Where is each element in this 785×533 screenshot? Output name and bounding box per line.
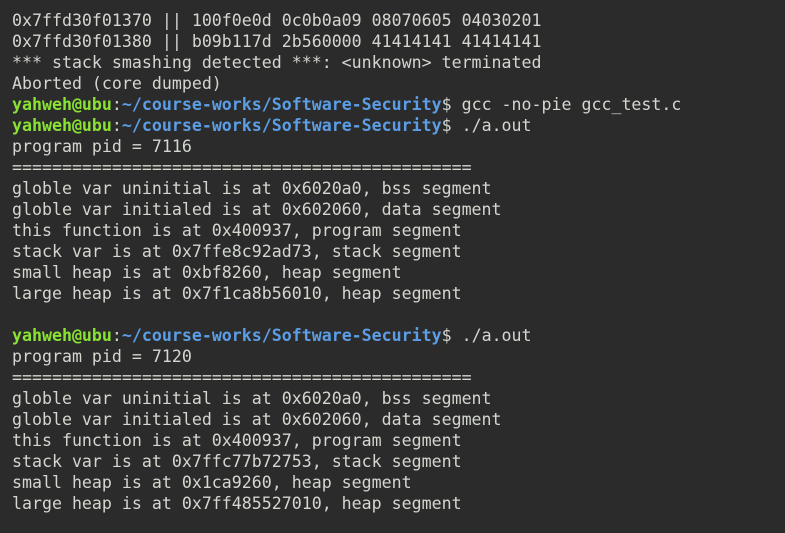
prompt-dollar: $: [441, 95, 462, 114]
prompt-user-host: yahweh@ubu: [12, 326, 112, 345]
output-line: stack var is at 0x7ffe8c92ad73, stack se…: [12, 242, 462, 261]
prompt-user-host: yahweh@ubu: [12, 95, 112, 114]
output-line: program pid = 7116: [12, 137, 192, 156]
output-line: large heap is at 0x7f1ca8b56010, heap se…: [12, 284, 462, 303]
prompt-line: yahweh@ubu:~/course-works/Software-Secur…: [12, 115, 785, 136]
prompt-line: yahweh@ubu:~/course-works/Software-Secur…: [12, 325, 785, 346]
prompt-path: ~/course-works/Software-Security: [121, 95, 442, 114]
output-line: this function is at 0x400937, program se…: [12, 431, 462, 450]
output-line: globle var initialed is at 0x602060, dat…: [12, 200, 502, 219]
prompt-colon: :: [111, 116, 122, 135]
output-line: small heap is at 0xbf8260, heap segment: [12, 263, 402, 282]
output-line: program pid = 7120: [12, 347, 192, 366]
prompt-colon: :: [111, 326, 122, 345]
output-line: 0x7ffd30f01380 || b09b117d 2b560000 4141…: [12, 32, 542, 51]
output-line: Aborted (core dumped): [12, 74, 222, 93]
prompt-line: yahweh@ubu:~/course-works/Software-Secur…: [12, 94, 785, 115]
output-line: 0x7ffd30f01370 || 100f0e0d 0c0b0a09 0807…: [12, 11, 542, 30]
output-line: large heap is at 0x7ff485527010, heap se…: [12, 494, 462, 513]
prompt-dollar: $: [441, 116, 462, 135]
prompt-path: ~/course-works/Software-Security: [121, 326, 442, 345]
output-separator: ========================================…: [12, 368, 472, 387]
prompt-user-host: yahweh@ubu: [12, 116, 112, 135]
command-text: gcc -no-pie gcc_test.c: [461, 95, 682, 114]
terminal-window[interactable]: 0x7ffd30f01370 || 100f0e0d 0c0b0a09 0807…: [0, 0, 785, 533]
prompt-path: ~/course-works/Software-Security: [121, 116, 442, 135]
command-text: ./a.out: [461, 116, 532, 135]
output-line: this function is at 0x400937, program se…: [12, 221, 462, 240]
output-line: small heap is at 0x1ca9260, heap segment: [12, 473, 412, 492]
output-separator: ========================================…: [12, 158, 472, 177]
output-line: globle var uninitial is at 0x6020a0, bss…: [12, 179, 492, 198]
prompt-colon: :: [111, 95, 122, 114]
prompt-dollar: $: [441, 326, 462, 345]
output-line: globle var initialed is at 0x602060, dat…: [12, 410, 502, 429]
command-text: ./a.out: [461, 326, 532, 345]
output-line: globle var uninitial is at 0x6020a0, bss…: [12, 389, 492, 408]
output-line: stack var is at 0x7ffc77b72753, stack se…: [12, 452, 462, 471]
output-line: *** stack smashing detected ***: <unknow…: [12, 53, 542, 72]
